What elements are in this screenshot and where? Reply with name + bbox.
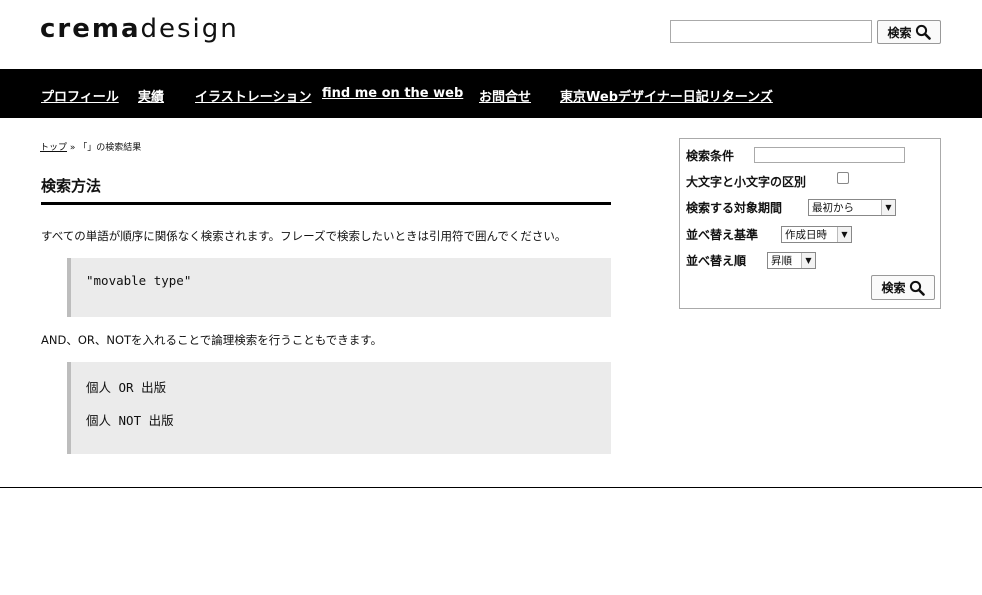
sort-label: 並べ替え基準 <box>686 228 759 242</box>
logo-bold-text: crema <box>40 14 141 44</box>
main-nav: プロフィール 実績 イラストレーション find me on the web お… <box>0 69 982 118</box>
nav-item-contact[interactable]: お問合せ <box>479 86 531 105</box>
case-sensitive-checkbox[interactable] <box>837 172 849 184</box>
panel-search-button-label: 検索 <box>881 281 906 295</box>
chevron-down-icon: ▼ <box>881 200 895 215</box>
order-select[interactable]: 昇順 ▼ <box>767 252 816 269</box>
order-label: 並べ替え順 <box>686 254 747 268</box>
panel-search-button[interactable]: 検索 <box>871 275 935 300</box>
search-condition-label: 検索条件 <box>686 149 735 163</box>
example-block-phrase: "movable type" <box>67 258 611 317</box>
period-select-value: 最初から <box>812 202 854 214</box>
example-not: 個人 NOT 出版 <box>86 413 174 428</box>
nav-item-profile[interactable]: プロフィール <box>41 86 119 105</box>
header-search-button[interactable]: 検索 <box>877 20 941 44</box>
title-divider <box>41 202 611 205</box>
nav-item-blog[interactable]: 東京Webデザイナー日記リターンズ <box>560 86 773 105</box>
boolean-help-paragraph: AND、OR、NOTを入れることで論理検索を行うこともできます。 <box>41 333 383 347</box>
nav-item-find-me[interactable]: find me on the web <box>322 86 463 101</box>
example-block-boolean: 個人 OR 出版 個人 NOT 出版 <box>67 362 611 454</box>
example-or: 個人 OR 出版 <box>86 380 167 395</box>
nav-item-illustration[interactable]: イラストレーション <box>195 86 311 105</box>
header-search-input[interactable] <box>670 20 872 43</box>
chevron-down-icon: ▼ <box>837 227 851 242</box>
search-help-paragraph: すべての単語が順序に関係なく検索されます。フレーズで検索したいときは引用符で囲ん… <box>41 229 567 243</box>
example-phrase: "movable type" <box>86 273 192 288</box>
page-title: 検索方法 <box>41 177 102 195</box>
breadcrumb-separator: » <box>69 143 76 153</box>
logo-light-text: design <box>140 14 239 44</box>
period-label: 検索する対象期間 <box>686 201 783 215</box>
sort-select[interactable]: 作成日時 ▼ <box>781 226 852 243</box>
footer-divider <box>0 487 982 488</box>
sort-select-value: 作成日時 <box>785 229 827 241</box>
breadcrumb-current: 「」の検索結果 <box>78 143 142 153</box>
period-select[interactable]: 最初から ▼ <box>808 199 896 216</box>
breadcrumb-top-link[interactable]: トップ <box>40 143 67 153</box>
nav-item-works[interactable]: 実績 <box>138 86 164 105</box>
breadcrumb: トップ » 「」の検索結果 <box>40 140 141 153</box>
chevron-down-icon: ▼ <box>801 253 815 268</box>
case-sensitive-label: 大文字と小文字の区別 <box>686 175 807 189</box>
order-select-value: 昇順 <box>771 255 792 267</box>
magnifier-icon <box>915 24 931 40</box>
magnifier-icon <box>909 280 925 296</box>
site-logo[interactable]: cremadesign <box>40 14 239 44</box>
advanced-search-panel: 検索条件 大文字と小文字の区別 検索する対象期間 最初から ▼ 並べ替え基準 作… <box>679 138 941 309</box>
header-search-button-label: 検索 <box>887 25 912 40</box>
search-condition-input[interactable] <box>754 147 905 163</box>
